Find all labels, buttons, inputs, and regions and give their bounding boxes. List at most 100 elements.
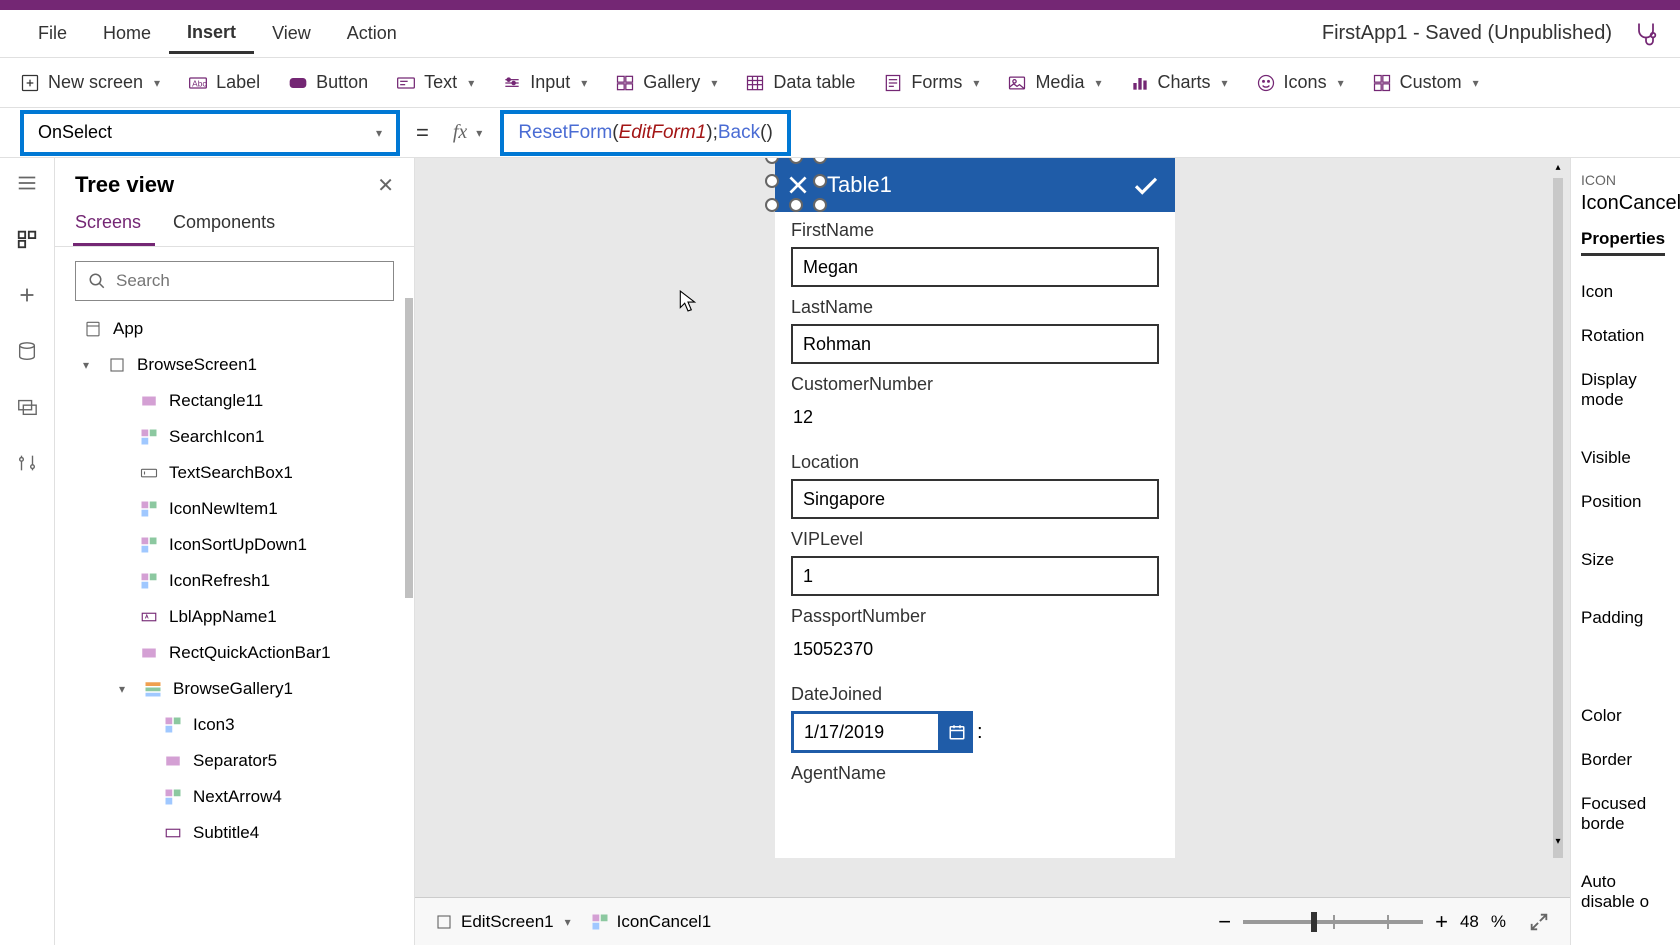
new-screen-label: New screen: [48, 72, 143, 93]
calendar-icon[interactable]: [941, 711, 973, 753]
tree-item-iconnewitem[interactable]: IconNewItem1: [59, 491, 414, 527]
prop-padding[interactable]: Padding: [1581, 596, 1670, 640]
menu-file[interactable]: File: [20, 15, 85, 52]
tree-item-searchicon[interactable]: SearchIcon1: [59, 419, 414, 455]
chevron-down-icon[interactable]: ▾: [119, 682, 133, 696]
first-name-label: FirstName: [791, 220, 1159, 241]
date-joined-input[interactable]: [791, 711, 941, 753]
advanced-icon[interactable]: [14, 450, 40, 476]
prop-focused-border[interactable]: Focused borde: [1581, 782, 1670, 846]
tree-label: TextSearchBox1: [169, 463, 293, 483]
zoom-slider[interactable]: [1243, 920, 1423, 924]
prop-tab-properties[interactable]: Properties: [1581, 229, 1665, 256]
input-dropdown[interactable]: Input ▾: [502, 72, 587, 93]
tree-label: BrowseGallery1: [173, 679, 293, 699]
customer-number-label: CustomerNumber: [791, 374, 1159, 395]
first-name-input[interactable]: [791, 247, 1159, 287]
prop-display-mode[interactable]: Display mode: [1581, 358, 1670, 422]
tree-item-subtitle[interactable]: Subtitle4: [59, 815, 414, 851]
menu-home[interactable]: Home: [85, 15, 169, 52]
tree-item-rectquick[interactable]: RectQuickActionBar1: [59, 635, 414, 671]
property-selector[interactable]: OnSelect ▾: [20, 110, 400, 156]
close-icon[interactable]: ✕: [377, 173, 394, 198]
prop-color[interactable]: Color: [1581, 694, 1670, 738]
chevron-down-icon[interactable]: ▾: [83, 358, 97, 372]
tree-item-textsearchbox[interactable]: TextSearchBox1: [59, 455, 414, 491]
tree-item-iconsort[interactable]: IconSortUpDown1: [59, 527, 414, 563]
prop-category: ICON: [1581, 172, 1670, 188]
charts-dropdown[interactable]: Charts ▾: [1130, 72, 1228, 93]
prop-auto-disable[interactable]: Auto disable o: [1581, 860, 1670, 924]
breadcrumb-editscreen[interactable]: EditScreen1 ▾: [435, 912, 571, 932]
menu-insert[interactable]: Insert: [169, 14, 254, 54]
forms-dropdown[interactable]: Forms ▾: [883, 72, 979, 93]
button-button[interactable]: Button: [288, 72, 368, 93]
tree-item-nextarrow[interactable]: NextArrow4: [59, 779, 414, 815]
data-icon[interactable]: [14, 338, 40, 364]
prop-border[interactable]: Border: [1581, 738, 1670, 782]
tree-item-lblappname[interactable]: LblAppName1: [59, 599, 414, 635]
data-table-label: Data table: [773, 72, 855, 93]
media-dropdown[interactable]: Media ▾: [1007, 72, 1101, 93]
formula-function2: Back: [718, 122, 760, 144]
canvas-content[interactable]: Table1 FirstName: [415, 158, 1570, 897]
tree-search[interactable]: [75, 261, 394, 301]
tree-item-iconrefresh[interactable]: IconRefresh1: [59, 563, 414, 599]
formula-function1: ResetForm: [518, 122, 612, 144]
label-icon: [163, 823, 183, 843]
icons-dropdown[interactable]: Icons ▾: [1256, 72, 1344, 93]
new-screen-button[interactable]: New screen ▾: [20, 72, 160, 93]
chevron-down-icon: ▾: [376, 126, 382, 140]
last-name-input[interactable]: [791, 324, 1159, 364]
button-text: Button: [316, 72, 368, 93]
text-dropdown[interactable]: Text ▾: [396, 72, 474, 93]
custom-dropdown[interactable]: Custom ▾: [1372, 72, 1479, 93]
tab-screens[interactable]: Screens: [73, 206, 155, 246]
formula-input[interactable]: ResetForm(EditForm1);Back(): [500, 110, 790, 156]
zoom-out-button[interactable]: −: [1218, 909, 1231, 935]
menu-view[interactable]: View: [254, 15, 329, 52]
canvas-vscroll[interactable]: ▴ ▾: [1550, 162, 1566, 847]
title-bar: [0, 0, 1680, 10]
zoom-in-button[interactable]: +: [1435, 909, 1448, 935]
fx-button[interactable]: fx ▾: [445, 121, 490, 144]
prop-rotation[interactable]: Rotation: [1581, 314, 1670, 358]
accept-icon[interactable]: [1131, 170, 1161, 200]
gallery-dropdown[interactable]: Gallery ▾: [615, 72, 717, 93]
tree-item-browsescreen[interactable]: ▾ BrowseScreen1: [59, 347, 414, 383]
search-input[interactable]: [116, 271, 381, 291]
charts-label: Charts: [1158, 72, 1211, 93]
tree-label: Separator5: [193, 751, 277, 771]
tree-item-rectangle[interactable]: Rectangle11: [59, 383, 414, 419]
prop-size[interactable]: Size: [1581, 538, 1670, 582]
menu-action[interactable]: Action: [329, 15, 415, 52]
ribbon: New screen ▾ Abc Label Button Text ▾ Inp…: [0, 58, 1680, 108]
data-table-button[interactable]: Data table: [745, 72, 855, 93]
app-checker-icon[interactable]: [1632, 20, 1660, 48]
tree-item-browsegallery[interactable]: ▾ BrowseGallery1: [59, 671, 414, 707]
tab-components[interactable]: Components: [171, 206, 289, 246]
location-input[interactable]: [791, 479, 1159, 519]
insert-icon[interactable]: [14, 282, 40, 308]
tree-item-separator[interactable]: Separator5: [59, 743, 414, 779]
prop-visible[interactable]: Visible: [1581, 436, 1670, 480]
tree-view-panel: Tree view ✕ Screens Components App ▾ Bro…: [55, 158, 415, 945]
forms-label: Forms: [911, 72, 962, 93]
hamburger-icon[interactable]: [14, 170, 40, 196]
tree-item-icon3[interactable]: Icon3: [59, 707, 414, 743]
prop-position[interactable]: Position: [1581, 480, 1670, 524]
rectangle-icon: [139, 643, 159, 663]
phone-preview: Table1 FirstName: [775, 158, 1175, 858]
media-rail-icon[interactable]: [14, 394, 40, 420]
tree-item-app[interactable]: App: [59, 311, 414, 347]
vip-level-input[interactable]: [791, 556, 1159, 596]
label-button[interactable]: Abc Label: [188, 72, 260, 93]
fit-screen-icon[interactable]: [1528, 911, 1550, 933]
tree-view-icon[interactable]: [14, 226, 40, 252]
tree-scrollbar[interactable]: [405, 298, 413, 598]
breadcrumb-iconcancel[interactable]: IconCancel1: [591, 912, 712, 932]
prop-icon[interactable]: Icon: [1581, 270, 1670, 314]
tree-label: IconNewItem1: [169, 499, 278, 519]
left-rail: [0, 158, 55, 945]
tree-label: IconRefresh1: [169, 571, 270, 591]
